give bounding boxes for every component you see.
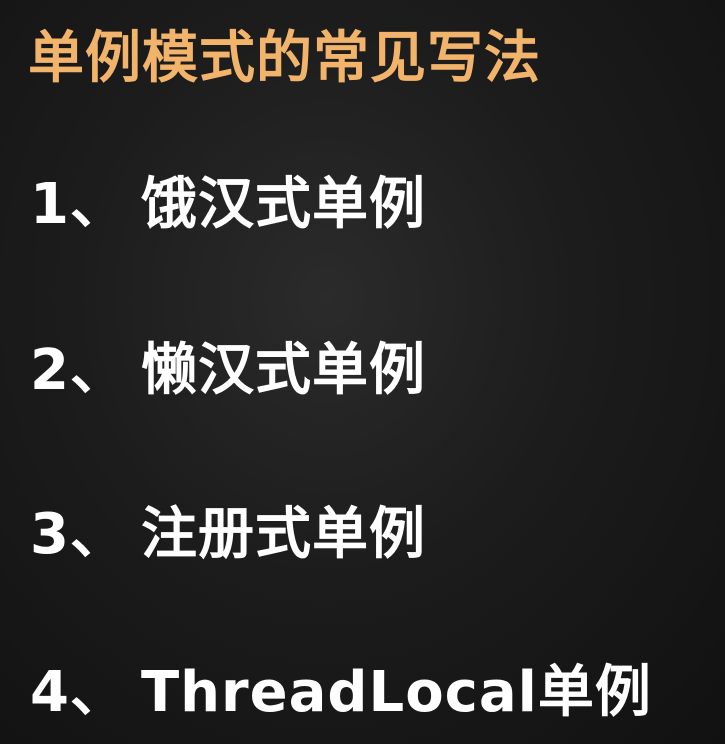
item-separator: 、 [69,172,127,237]
item-number: 2 [30,338,70,403]
item-number: 1 [30,172,70,237]
item-separator: 、 [69,338,127,403]
item-separator: 、 [69,660,127,725]
slide-title: 单例模式的常见写法 [28,26,541,91]
item-label: ThreadLocal单例 [140,660,652,725]
item-label: 注册式单例 [140,502,426,567]
item-separator: 、 [69,502,127,567]
list-item: 2、 懒汉式单例 [30,336,426,406]
list-item: 1、 饿汉式单例 [30,170,426,240]
slide: 单例模式的常见写法 1、 饿汉式单例 2、 懒汉式单例 3、 注册式单例 4、 Thre… [0,0,725,744]
list-item: 4、 ThreadLocal单例 [30,658,652,728]
item-number: 3 [30,502,70,567]
item-label: 懒汉式单例 [140,338,426,403]
list-item: 3、 注册式单例 [30,500,426,570]
item-number: 4 [30,660,70,725]
item-label: 饿汉式单例 [140,172,426,237]
